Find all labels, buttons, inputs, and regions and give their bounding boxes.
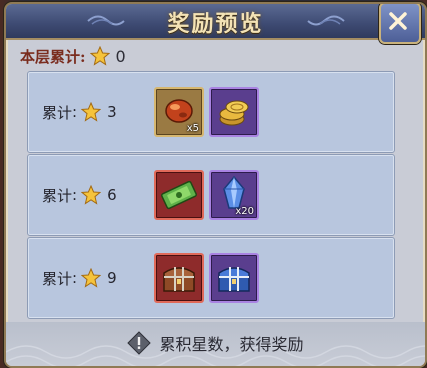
reward-item[interactable]: x20 [209, 170, 259, 220]
reward-item[interactable] [154, 170, 204, 220]
warning-icon [127, 331, 152, 355]
tier-colon: : [72, 103, 78, 121]
reward-item[interactable] [154, 253, 204, 303]
reward-preview-dialog: 奖励预览 本层累计: 0 累计: 3 x5 累计: 6 x20 累计: 9 … [4, 2, 427, 368]
dialog-footer: 累积星数，获得奖励 [6, 322, 425, 366]
tier-label: 累计 [42, 103, 73, 122]
dialog-header: 奖励预览 [6, 4, 425, 44]
floor-total-label: 本层累计: [20, 47, 86, 66]
dialog-title: 奖励预览 [167, 11, 264, 37]
reward-tier-3: 累计: 9 [27, 237, 395, 319]
reward-item[interactable] [209, 87, 259, 137]
reward-item[interactable] [209, 253, 259, 303]
tier-star-count: 9 [107, 269, 117, 287]
close-button[interactable] [379, 4, 421, 44]
reward-quantity: x5 [186, 123, 199, 134]
green-ticket-icon [161, 180, 197, 210]
star-icon [81, 185, 102, 205]
star-icon [81, 102, 102, 122]
tier-star-count: 3 [107, 103, 117, 121]
floor-total: 本层累计: 0 [20, 44, 126, 68]
reward-tier-2: 累计: 6 x20 [27, 154, 395, 236]
reward-tier-1: 累计: 3 x5 [27, 71, 395, 153]
tier-requirement: 累计: 3 [42, 98, 117, 126]
blue-treasure-chest-icon [218, 267, 250, 292]
tier-star-count: 6 [107, 186, 117, 204]
red-treasure-chest-icon [163, 267, 195, 292]
tier-colon: : [72, 269, 78, 287]
tip-text: 累积星数，获得奖励 [159, 335, 304, 354]
tier-colon: : [72, 186, 78, 204]
star-icon [89, 46, 110, 66]
tier-requirement: 累计: 6 [42, 181, 117, 209]
floor-total-value: 0 [115, 46, 126, 66]
gold-coins-icon [219, 100, 249, 126]
close-icon [389, 12, 407, 30]
star-icon [81, 268, 102, 288]
tier-label: 累计 [42, 186, 73, 205]
reward-tip: 累积星数，获得奖励 [6, 331, 425, 355]
tier-label: 累计 [42, 269, 73, 288]
reward-quantity: x20 [235, 206, 254, 217]
tier-requirement: 累计: 9 [42, 264, 117, 292]
reward-item[interactable]: x5 [154, 87, 204, 137]
